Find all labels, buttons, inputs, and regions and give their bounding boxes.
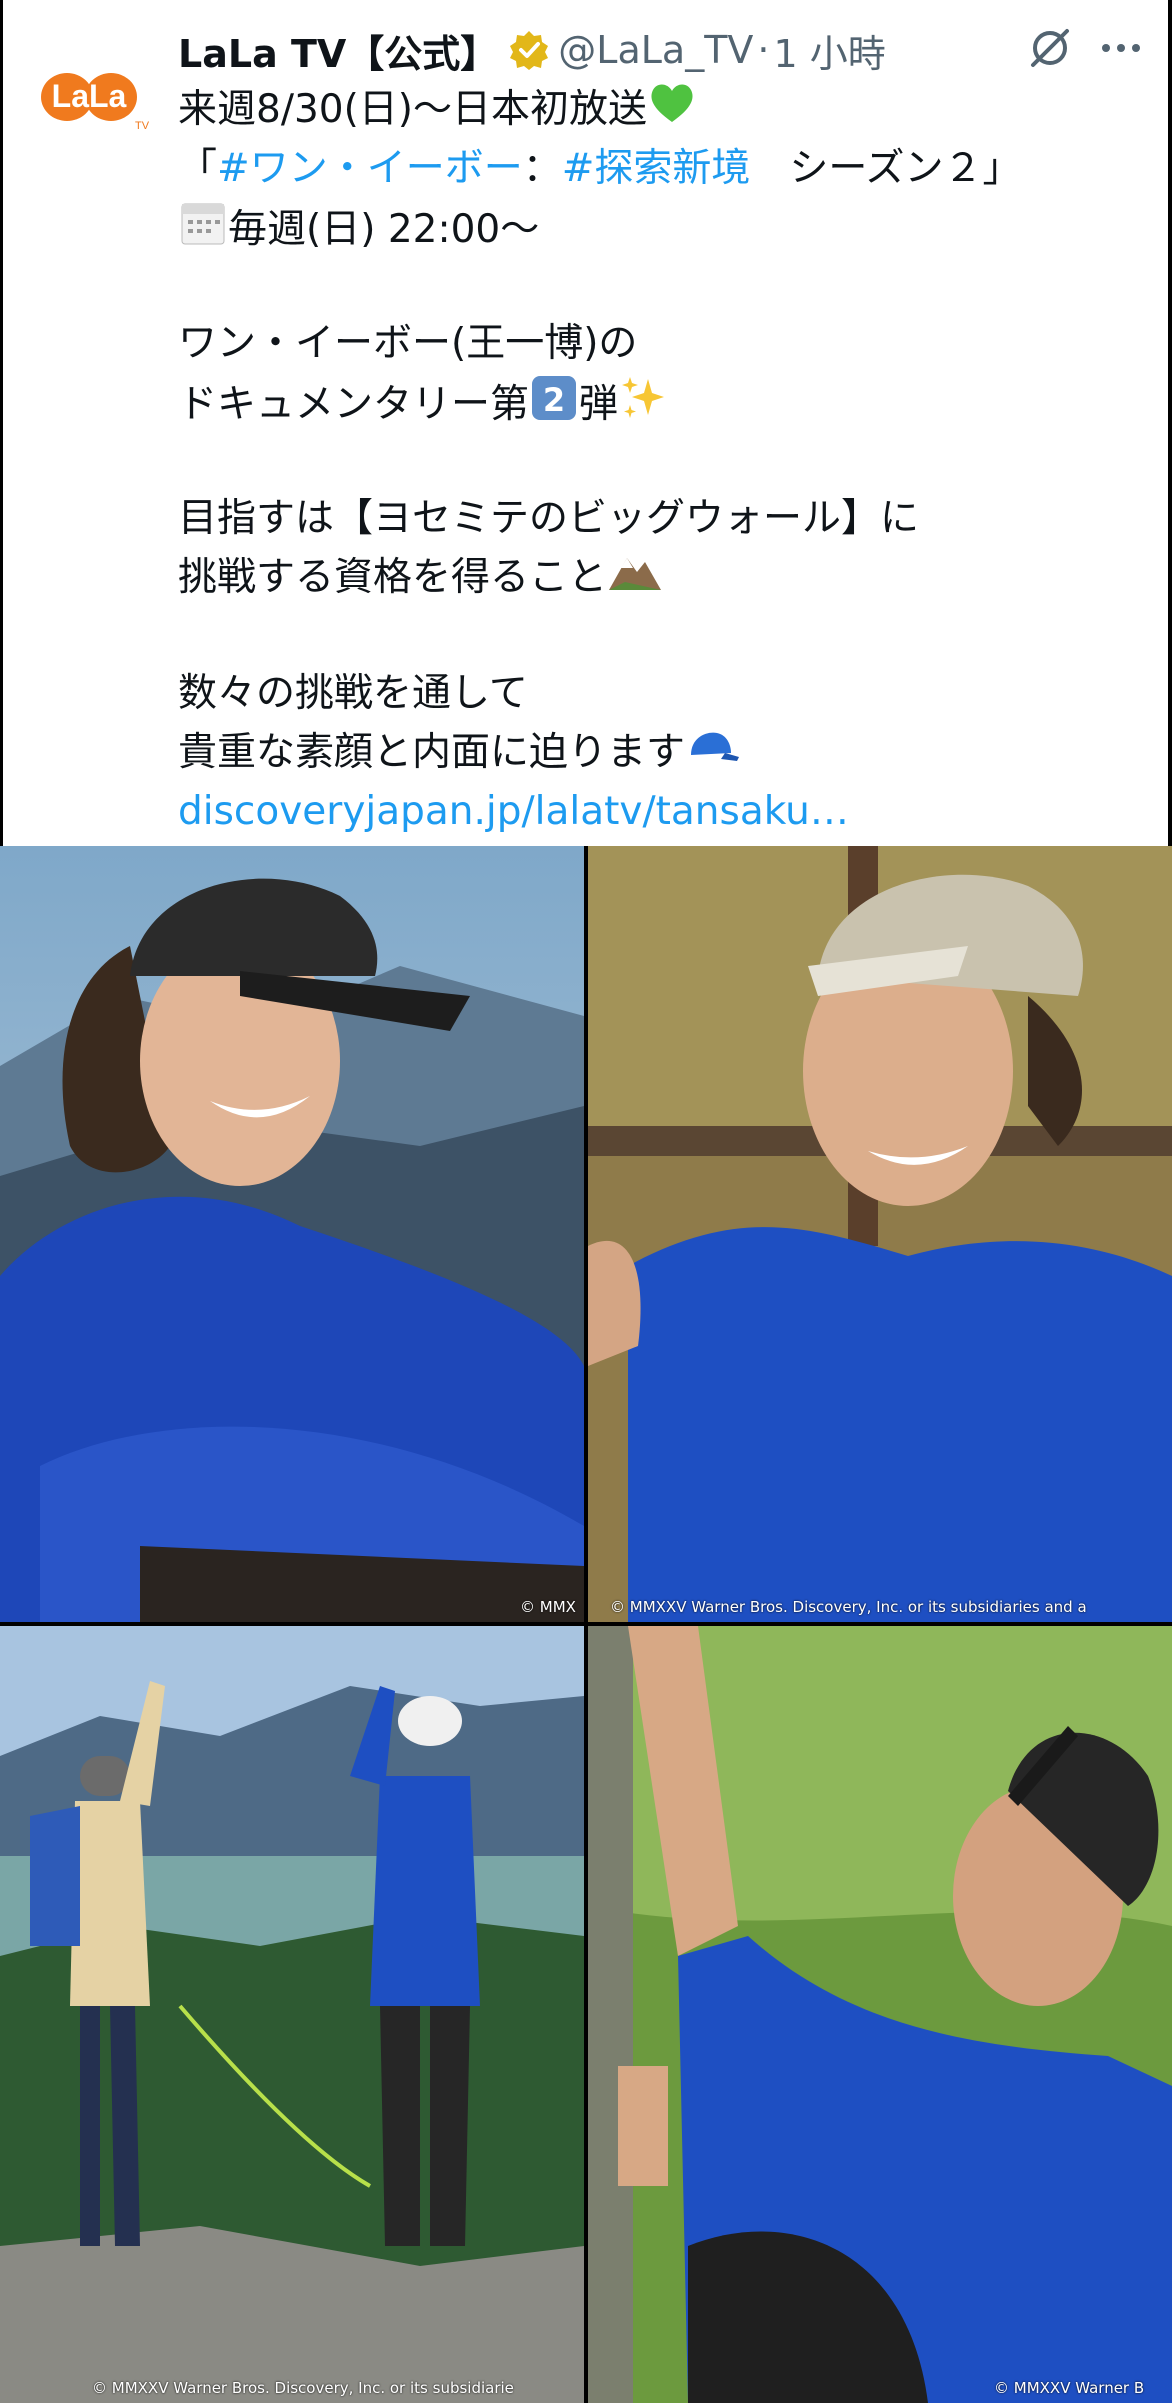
text-segment: ドキュメンタリー第 <box>178 382 530 427</box>
external-link[interactable]: discoveryjapan.jp/lalatv/tansaku… <box>178 789 849 834</box>
post-card[interactable]: LaLa TV LaLa TV【公式】 @LaLa_TV · 1 小時 来週8/… <box>3 0 1168 846</box>
avatar[interactable]: LaLa TV <box>37 55 150 135</box>
text-line-5: ドキュメンタリー第 2 弾 <box>178 373 1138 432</box>
timestamp[interactable]: 1 小時 <box>774 23 886 78</box>
verified-badge-icon <box>508 29 550 71</box>
text-line-9: 貴重な素顔と内面に迫ります <box>178 723 1138 782</box>
text-segment: 挑戦する資格を得ること <box>178 555 608 600</box>
sparkles-emoji <box>618 373 668 440</box>
text-line-8: 数々の挑戦を通して <box>178 664 1138 723</box>
text-segment: 数々の挑戦を通して <box>178 671 528 716</box>
text-line-3: 毎週(日) 22:00～ <box>178 198 1138 257</box>
text-line-4: ワン・イーボー(王一博)の <box>178 314 1138 373</box>
text-line-1: 来週8/30(日)～日本初放送 <box>178 80 1138 139</box>
copyright-text: © MMXXV Warner Bros. Discovery, Inc. or … <box>610 1598 1087 1616</box>
text-segment: 貴重な素顔と内面に迫ります <box>178 730 686 775</box>
text-segment: 「 <box>178 146 218 191</box>
calendar-emoji <box>178 198 228 265</box>
svg-text:2: 2 <box>543 381 565 419</box>
blue-cap-emoji <box>685 725 741 784</box>
display-name[interactable]: LaLa TV【公式】 <box>178 23 498 78</box>
text-line-6: 目指すは【ヨセミテのビッグウォール】に <box>178 489 1138 548</box>
copyright-text: © MMX <box>520 1598 576 1616</box>
keycap-2-emoji: 2 <box>529 373 579 440</box>
more-icon[interactable] <box>1098 28 1144 68</box>
post-text: 来週8/30(日)～日本初放送 「#ワン・イーボー：#探索新境 シーズン２」 毎… <box>178 80 1138 841</box>
separator: · <box>757 28 770 72</box>
photo-3[interactable]: © MMXXV Warner Bros. Discovery, Inc. or … <box>0 1626 584 2403</box>
text-line-link: discoveryjapan.jp/lalatv/tansaku… <box>178 782 1138 841</box>
post-header: LaLa TV【公式】 @LaLa_TV · 1 小時 <box>178 20 1108 80</box>
text-segment: 弾 <box>579 382 619 427</box>
green-heart-emoji <box>647 80 697 143</box>
photo-4[interactable]: © MMXXV Warner B <box>588 1626 1172 2403</box>
copyright-text: © MMXXV Warner Bros. Discovery, Inc. or … <box>92 2379 514 2397</box>
text-line-7: 挑戦する資格を得ること <box>178 548 1138 607</box>
photo-2[interactable]: © MMXXV Warner Bros. Discovery, Inc. or … <box>588 846 1172 1622</box>
grok-icon[interactable] <box>1027 25 1073 71</box>
avatar-text: LaLa <box>52 78 127 114</box>
text-segment: 来週8/30(日)～日本初放送 <box>178 87 648 132</box>
text-segment: 目指すは【ヨセミテのビッグウォール】に <box>178 496 920 541</box>
text-segment: ： <box>522 146 562 191</box>
copyright-text: © MMXXV Warner B <box>994 2379 1145 2397</box>
photo-1[interactable]: © MMX <box>0 846 584 1622</box>
text-line-2: 「#ワン・イーボー：#探索新境 シーズン２」 <box>178 139 1138 198</box>
media-grid: © MMX © MMXXV Warner Bros. Discovery, In… <box>0 846 1172 2403</box>
text-segment: ワン・イーボー(王一博)の <box>178 321 638 366</box>
mountain-emoji <box>607 548 663 611</box>
hashtag-link[interactable]: #探索新境 <box>562 146 751 191</box>
text-segment: 毎週(日) 22:00～ <box>228 207 540 252</box>
handle[interactable]: @LaLa_TV <box>558 28 753 72</box>
text-segment: シーズン２」 <box>750 146 1022 191</box>
hashtag-link[interactable]: #ワン・イーボー <box>217 146 523 191</box>
avatar-sub: TV <box>135 120 149 132</box>
